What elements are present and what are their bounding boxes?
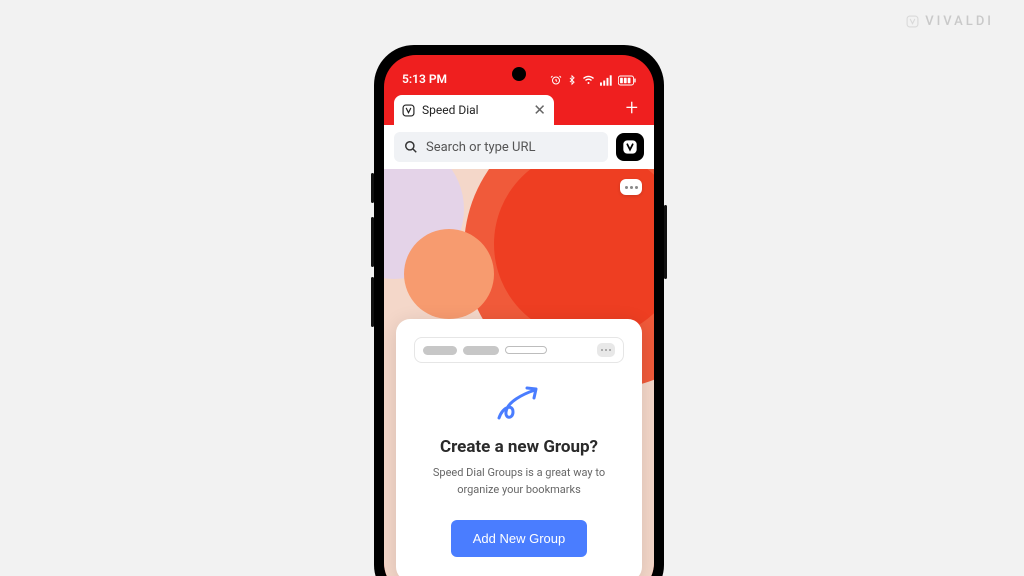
alarm-icon [550, 74, 562, 86]
new-tab-button[interactable]: + [620, 96, 644, 125]
tab-strip: Speed Dial ✕ + [384, 89, 654, 125]
more-icon [597, 343, 615, 357]
vivaldi-logo-icon [906, 15, 919, 28]
create-group-card: Create a new Group? Speed Dial Groups is… [396, 319, 642, 576]
vivaldi-menu-button[interactable] [616, 133, 644, 161]
close-tab-icon[interactable]: ✕ [533, 103, 546, 118]
vivaldi-icon [622, 139, 638, 155]
volume-down-button [371, 277, 374, 327]
group-tabs-illustration [414, 337, 624, 363]
tab-speed-dial[interactable]: Speed Dial ✕ [394, 95, 554, 125]
speed-dial-menu-button[interactable] [620, 179, 642, 195]
add-new-group-button[interactable]: Add New Group [451, 520, 588, 557]
wifi-icon [582, 74, 595, 86]
speed-dial-content: Create a new Group? Speed Dial Groups is… [384, 169, 654, 576]
battery-icon [618, 75, 636, 86]
volume-up-button [371, 217, 374, 267]
phone-screen: 5:13 PM Speed Dial ✕ + Search or type UR… [384, 55, 654, 576]
pill-icon [463, 346, 499, 355]
pill-icon [423, 346, 457, 355]
address-placeholder: Search or type URL [426, 140, 535, 155]
side-button [371, 173, 374, 203]
address-bar-row: Search or type URL [384, 125, 654, 169]
signal-icon [600, 75, 613, 86]
power-button [664, 205, 667, 279]
bluetooth-icon [567, 74, 577, 86]
vivaldi-watermark: VIVALDI [906, 14, 994, 29]
status-time: 5:13 PM [402, 72, 447, 86]
status-icons [550, 74, 636, 86]
vivaldi-tab-icon [402, 104, 415, 117]
camera-cutout [512, 67, 526, 81]
address-input[interactable]: Search or type URL [394, 132, 608, 162]
pill-outline-icon [505, 346, 547, 354]
watermark-text: VIVALDI [925, 14, 994, 29]
card-heading: Create a new Group? [414, 437, 624, 457]
card-body: Speed Dial Groups is a great way to orga… [414, 465, 624, 498]
phone-frame: 5:13 PM Speed Dial ✕ + Search or type UR… [374, 45, 664, 576]
search-icon [404, 140, 418, 154]
tab-title: Speed Dial [422, 103, 526, 117]
curly-arrow-icon [414, 381, 624, 431]
